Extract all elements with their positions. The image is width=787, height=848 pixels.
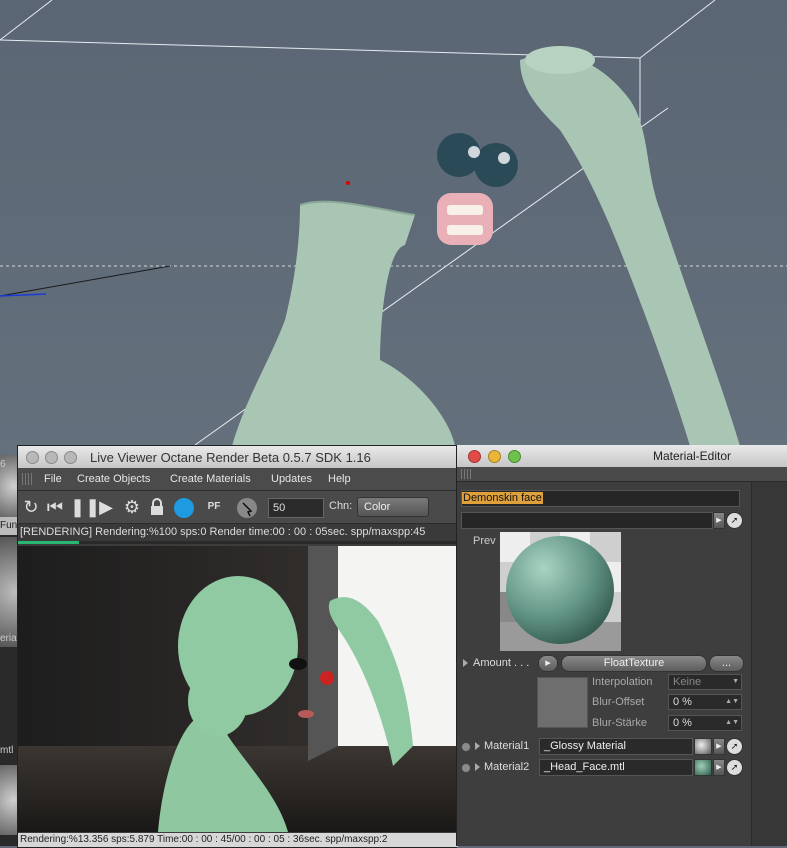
- pick-icon[interactable]: ➚: [726, 759, 743, 776]
- zoom-button[interactable]: [64, 451, 77, 464]
- live-viewer-window: Live Viewer Octane Render Beta 0.5.7 SDK…: [17, 445, 458, 848]
- progress-fill: [18, 541, 80, 544]
- gear-icon[interactable]: ⚙: [121, 497, 143, 517]
- play-icon[interactable]: ▶: [95, 497, 117, 517]
- material1-swatch: [694, 738, 712, 755]
- close-button[interactable]: [26, 451, 39, 464]
- pick-icon[interactable]: ➚: [726, 738, 743, 755]
- left-panel-stub: Fun eria mtl 6: [0, 455, 17, 846]
- material2-label: Material2: [484, 761, 530, 773]
- blur-strength-field[interactable]: 0 % ▲▼: [668, 715, 742, 731]
- channel-select[interactable]: Color: [357, 497, 429, 517]
- left-label: 6: [0, 459, 6, 470]
- menu-help[interactable]: Help: [328, 473, 351, 485]
- minimize-button[interactable]: [488, 450, 501, 463]
- stepper-icon: ▲▼: [725, 698, 739, 705]
- live-viewer-titlebar[interactable]: Live Viewer Octane Render Beta 0.5.7 SDK…: [18, 446, 456, 468]
- menu-create-materials[interactable]: Create Materials: [170, 473, 251, 485]
- progress-bar: [18, 541, 456, 544]
- preview-sphere: [500, 532, 621, 651]
- right-column: [751, 482, 787, 846]
- blur-offset-value: 0 %: [673, 696, 692, 708]
- material2-swatch: [694, 759, 712, 776]
- link-arrow-button[interactable]: ▶: [713, 512, 725, 529]
- left-label: eria: [0, 633, 17, 644]
- floattexture-button[interactable]: FloatTexture: [561, 655, 707, 672]
- expand-triangle-icon[interactable]: [463, 659, 468, 667]
- grip-icon: [461, 469, 473, 479]
- channel-label: Chn:: [329, 500, 353, 512]
- close-button[interactable]: [468, 450, 481, 463]
- render-status: Rendering:%13.356 sps:5.879 Time:00 : 00…: [18, 833, 458, 847]
- menu-create-objects[interactable]: Create Objects: [77, 473, 150, 485]
- menu-updates[interactable]: Updates: [271, 473, 312, 485]
- menu-file[interactable]: File: [44, 473, 62, 485]
- interpolation-select[interactable]: Keine ▼: [668, 674, 742, 690]
- render-view[interactable]: [18, 546, 456, 832]
- chevron-down-icon: ▼: [732, 678, 739, 685]
- left-label: mtl: [0, 745, 14, 756]
- material1-label: Material1: [484, 740, 530, 752]
- material2-field[interactable]: _Head_Face.mtl: [539, 759, 693, 776]
- texture-swatch[interactable]: [537, 677, 588, 728]
- editor-subbar: [457, 467, 787, 482]
- render-image: [18, 546, 456, 832]
- lock-icon[interactable]: [146, 497, 168, 517]
- amount-label: Amount . . .: [473, 657, 530, 669]
- stepper-icon: ▲▼: [725, 719, 739, 726]
- link-field[interactable]: [461, 512, 713, 529]
- blur-strength-value: 0 %: [673, 717, 692, 729]
- pause-icon[interactable]: ❚❚: [70, 497, 100, 517]
- keyframe-dot[interactable]: [461, 742, 471, 752]
- blur-offset-field[interactable]: 0 % ▲▼: [668, 694, 742, 710]
- blur-offset-label: Blur-Offset: [592, 696, 645, 708]
- menubar: File Create Objects Create Materials Upd…: [18, 468, 456, 491]
- pf-icon[interactable]: PF: [203, 497, 225, 517]
- preview-label: Prev: [473, 535, 496, 547]
- expand-triangle-icon[interactable]: [475, 763, 480, 771]
- interpolation-value: Keine: [673, 676, 702, 688]
- pick-icon[interactable]: ➚: [726, 512, 743, 529]
- expand-triangle-icon[interactable]: [475, 742, 480, 750]
- window-title: Material-Editor: [653, 449, 732, 463]
- grip-icon: [22, 473, 34, 485]
- status-bar: [RENDERING] Rendering:%100 sps:0 Render …: [18, 524, 456, 541]
- zoom-button[interactable]: [508, 450, 521, 463]
- material-name-field[interactable]: Demonskin face: [461, 490, 740, 507]
- camera-pick-icon[interactable]: [236, 497, 258, 518]
- keyframe-dot[interactable]: [461, 763, 471, 773]
- material1-field[interactable]: _Glossy Material: [539, 738, 693, 755]
- material-editor-window: Material-Editor Demonskin face ▶ ➚ Prev …: [456, 445, 787, 846]
- material-thumb[interactable]: [0, 537, 17, 647]
- material-name-text: Demonskin face: [462, 492, 543, 504]
- material2-arrow-button[interactable]: ▶: [713, 759, 725, 776]
- window-title: Live Viewer Octane Render Beta 0.5.7 SDK…: [90, 450, 371, 465]
- material-thumb[interactable]: [0, 765, 17, 835]
- skip-back-icon[interactable]: ⏮: [44, 497, 66, 517]
- more-button[interactable]: ...: [709, 655, 744, 672]
- refresh-icon[interactable]: ↻: [20, 497, 42, 517]
- material1-arrow-button[interactable]: ▶: [713, 738, 725, 755]
- interpolation-label: Interpolation: [592, 676, 653, 688]
- material-preview[interactable]: [500, 532, 621, 651]
- samples-stepper[interactable]: 50: [268, 498, 324, 518]
- material-editor-titlebar[interactable]: Material-Editor: [457, 445, 787, 467]
- blur-strength-label: Blur-Stärke: [592, 717, 648, 729]
- minimize-button[interactable]: [45, 451, 58, 464]
- left-tab[interactable]: Fun: [0, 517, 17, 535]
- color-circle-icon[interactable]: [173, 497, 195, 518]
- toolbar: ↻ ⏮ ❚❚ ▶ ⚙ PF 50 Chn: Color: [18, 491, 456, 524]
- amount-arrow-button[interactable]: ▸: [538, 655, 558, 672]
